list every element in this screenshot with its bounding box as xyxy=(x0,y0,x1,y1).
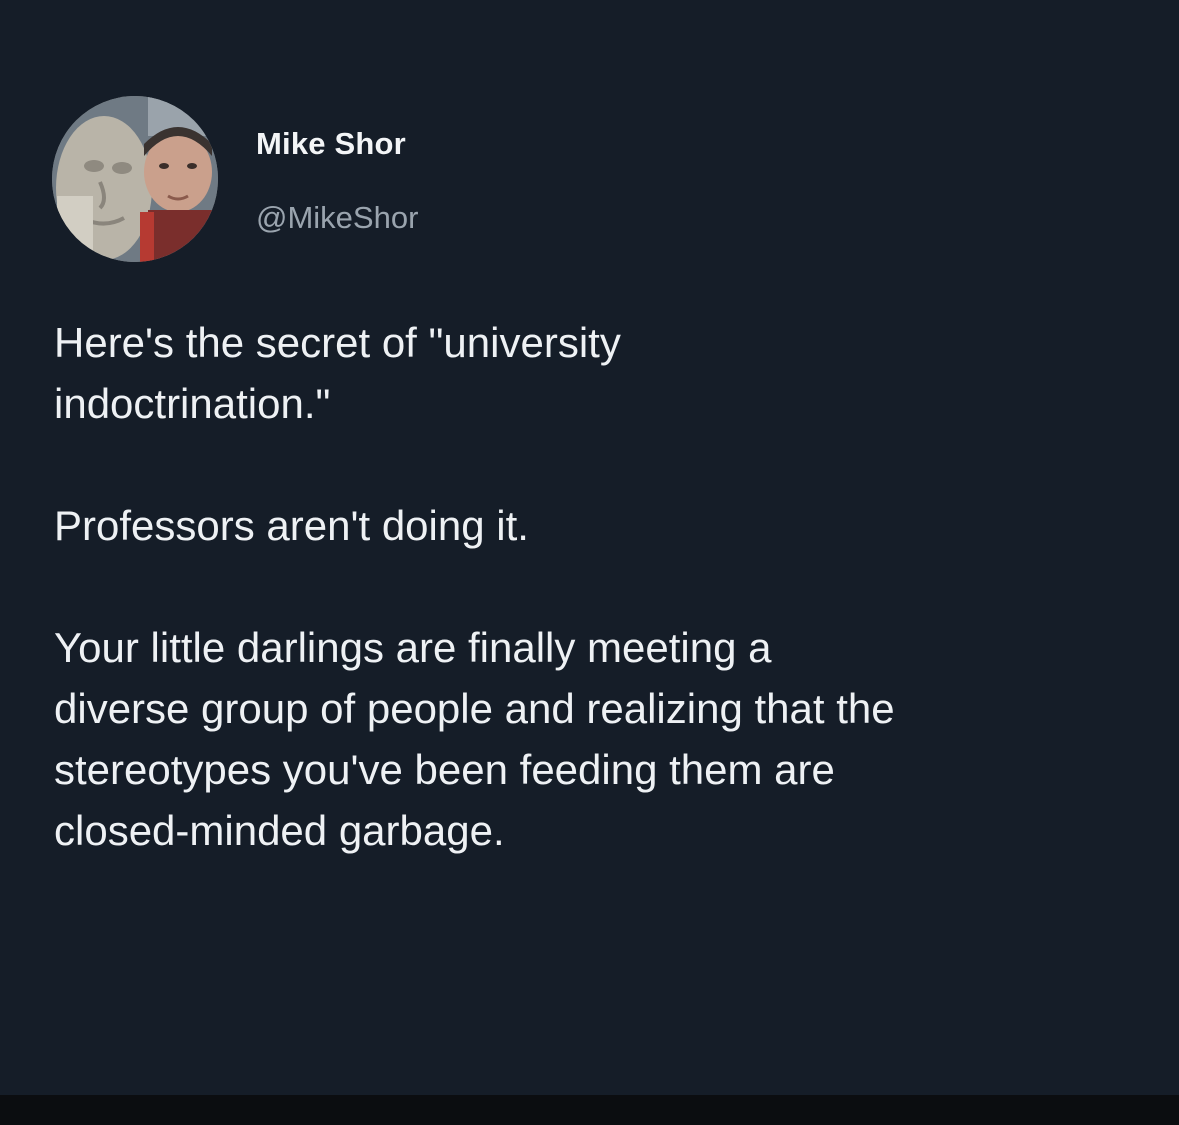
bottom-edge-bar xyxy=(0,1095,1179,1125)
tweet-card: Mike Shor @MikeShor Here's the secret of… xyxy=(0,0,1179,1095)
author-handle[interactable]: @MikeShor xyxy=(256,200,418,236)
avatar[interactable] xyxy=(52,96,218,262)
tweet-paragraph: Here's the secret of "university indoctr… xyxy=(54,319,621,427)
profile-photo-icon xyxy=(52,96,218,262)
tweet-paragraph: Your little darlings are finally meeting… xyxy=(54,624,895,854)
tweet-paragraph: Professors aren't doing it. xyxy=(54,502,529,549)
author-display-name[interactable]: Mike Shor xyxy=(256,126,406,162)
tweet-text: Here's the secret of "university indoctr… xyxy=(54,312,1164,861)
